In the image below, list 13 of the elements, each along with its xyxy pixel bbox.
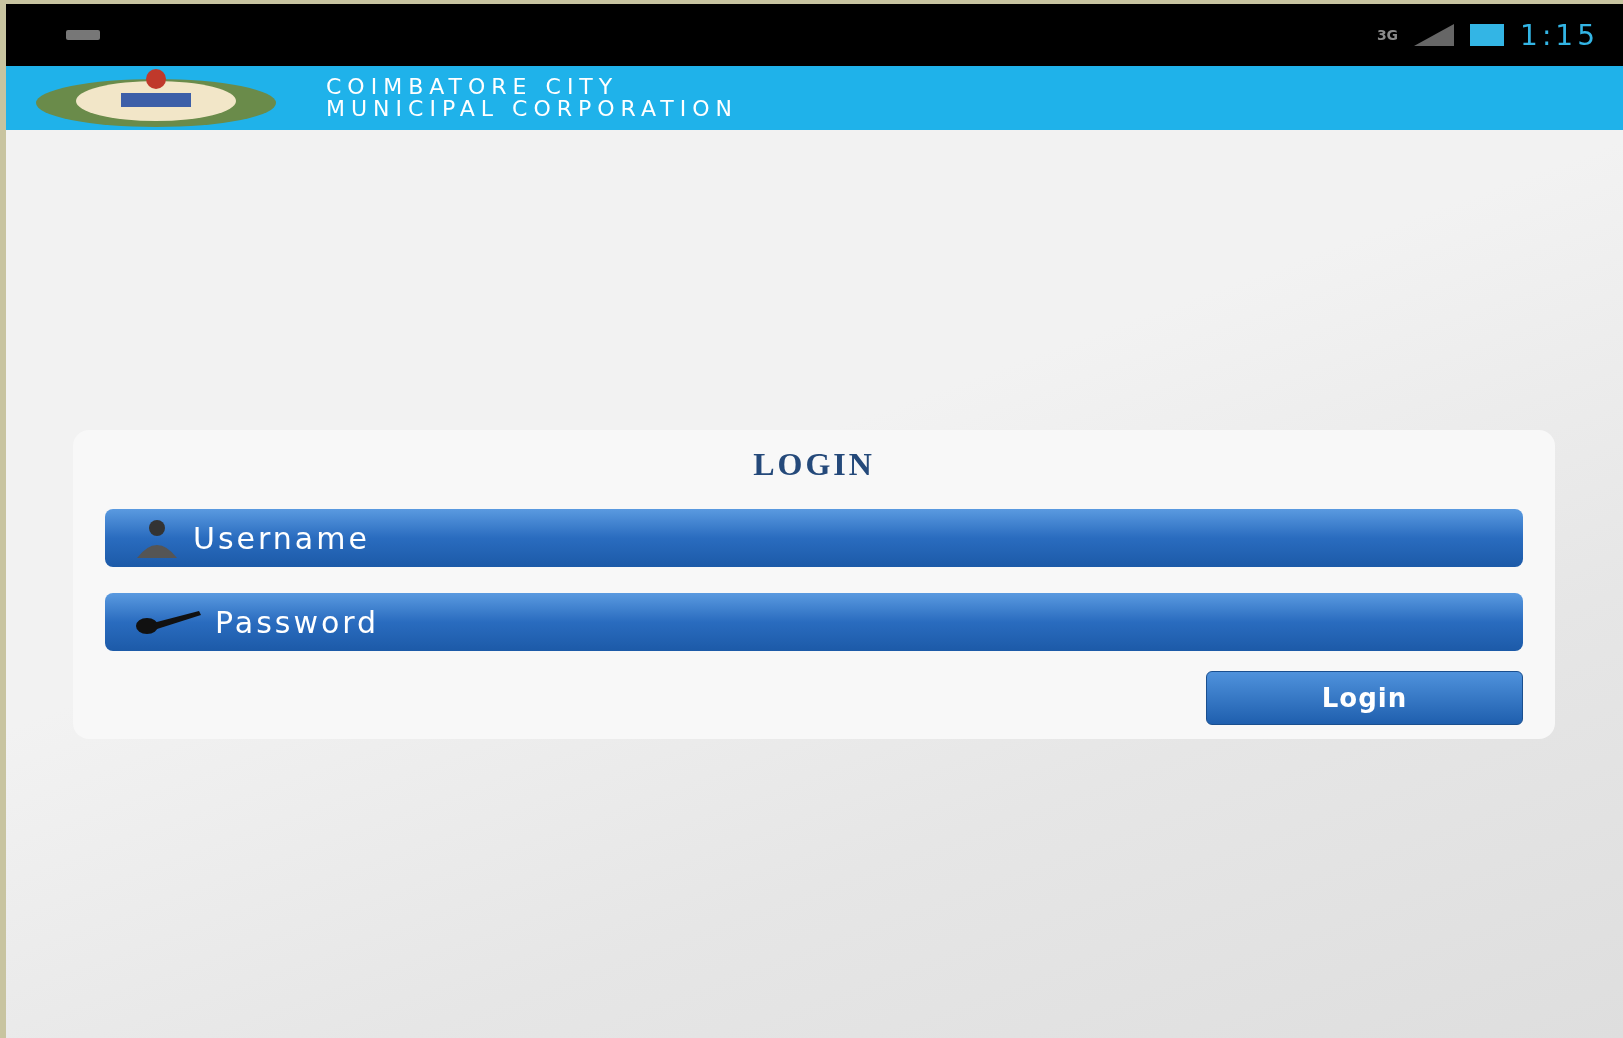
network-type: 3G bbox=[1376, 27, 1399, 43]
key-icon bbox=[135, 609, 201, 635]
signal-icon bbox=[1414, 24, 1455, 46]
app-title: COIMBATORE CITY bbox=[326, 76, 620, 98]
app-title: MUNICIPAL CORPORATION bbox=[326, 98, 739, 120]
password-field[interactable]: Password bbox=[105, 593, 1523, 651]
user-icon bbox=[135, 518, 179, 558]
login-heading: LOGIN bbox=[752, 446, 876, 483]
username-field[interactable]: Username bbox=[105, 509, 1523, 567]
battery-icon bbox=[1470, 24, 1505, 46]
clock: 1:15 bbox=[1520, 18, 1599, 52]
login-button[interactable]: Login bbox=[1206, 671, 1523, 725]
keyboard-icon bbox=[66, 30, 100, 40]
